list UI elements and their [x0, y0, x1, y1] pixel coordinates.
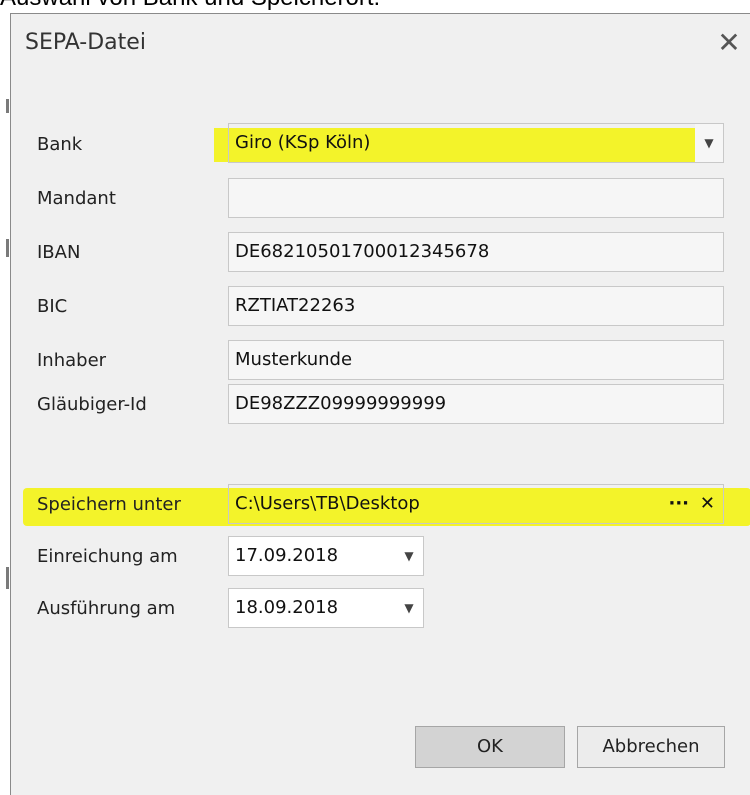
dialog-title: SEPA-Datei: [25, 30, 146, 55]
sepa-dialog: SEPA-Datei ✕ Bank Giro (KSp Köln) ▼ Mand…: [10, 13, 750, 795]
clear-icon[interactable]: ✕: [700, 485, 715, 523]
close-icon[interactable]: ✕: [714, 28, 744, 58]
edge-mark: [6, 99, 9, 113]
edge-mark: [6, 239, 9, 257]
ausfuehrung-label: Ausführung am: [37, 598, 176, 619]
ausfuehrung-value: 18.09.2018: [235, 597, 339, 618]
bic-field[interactable]: RZTIAT22263: [228, 286, 724, 326]
background-window-edge: [0, 13, 10, 794]
glaeubiger-field[interactable]: DE98ZZZ09999999999: [228, 384, 724, 424]
bank-select[interactable]: Giro (KSp Köln) ▼: [228, 123, 724, 163]
dialog-titlebar: SEPA-Datei ✕: [11, 14, 750, 74]
browse-icon[interactable]: ···: [668, 485, 689, 523]
bank-label: Bank: [37, 134, 83, 155]
einreichung-date-picker[interactable]: 17.09.2018 ▼: [228, 536, 424, 576]
iban-label: IBAN: [37, 242, 81, 263]
inhaber-label: Inhaber: [37, 350, 107, 371]
inhaber-field[interactable]: Musterkunde: [228, 340, 724, 380]
bic-label: BIC: [37, 296, 68, 317]
einreichung-value: 17.09.2018: [235, 545, 339, 566]
bank-value: Giro (KSp Köln): [235, 132, 371, 153]
speichern-path-field[interactable]: C:\Users\TB\Desktop ··· ✕: [228, 484, 724, 524]
cancel-button[interactable]: Abbrechen: [577, 726, 725, 768]
ausfuehrung-date-picker[interactable]: 18.09.2018 ▼: [228, 588, 424, 628]
glaeubiger-label: Gläubiger-Id: [37, 394, 147, 415]
page-caption: Auswahl von Bank und Speicherort:: [0, 0, 380, 12]
chevron-down-icon[interactable]: ▼: [695, 124, 723, 162]
einreichung-label: Einreichung am: [37, 546, 178, 567]
speichern-path-value: C:\Users\TB\Desktop: [235, 493, 420, 514]
mandant-label: Mandant: [37, 188, 116, 209]
chevron-down-icon[interactable]: ▼: [395, 537, 423, 575]
ok-button[interactable]: OK: [415, 726, 565, 768]
edge-mark: [6, 567, 9, 589]
chevron-down-icon[interactable]: ▼: [395, 589, 423, 627]
mandant-field[interactable]: [228, 178, 724, 218]
speichern-label: Speichern unter: [37, 494, 181, 515]
iban-field[interactable]: DE68210501700012345678: [228, 232, 724, 272]
